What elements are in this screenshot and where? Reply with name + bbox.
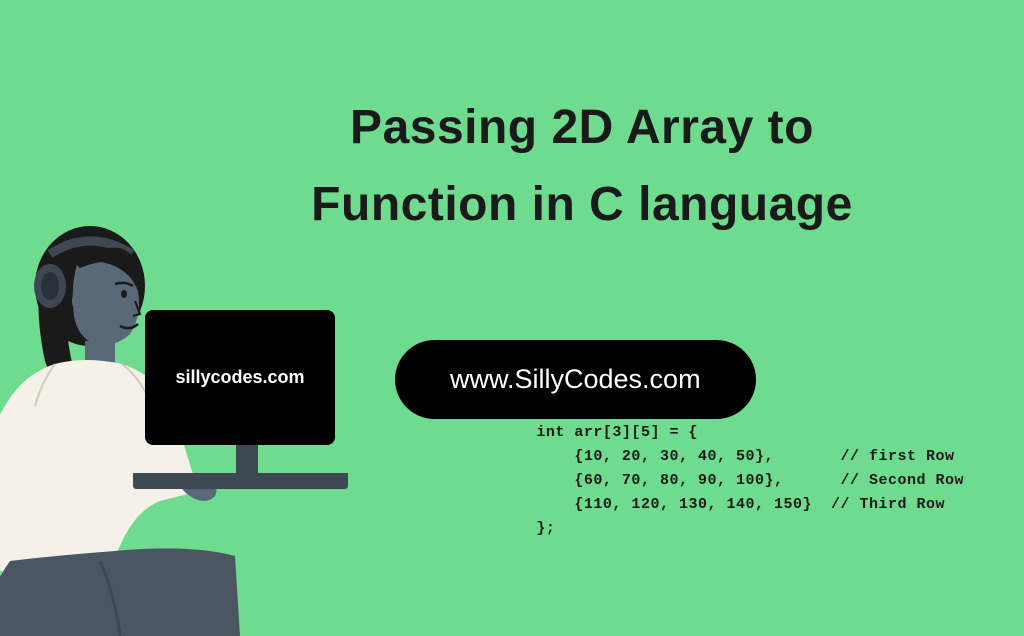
monitor-base bbox=[133, 473, 348, 489]
code-line-2: {10, 20, 30, 40, 50}, // first Row bbox=[536, 448, 954, 465]
title-line-2: Function in C language bbox=[311, 178, 853, 231]
monitor-illustration: sillycodes.com bbox=[145, 310, 348, 489]
url-text: www.SillyCodes.com bbox=[450, 364, 701, 394]
code-line-5: }; bbox=[536, 520, 555, 537]
monitor-neck bbox=[236, 445, 258, 473]
code-line-4: {110, 120, 130, 140, 150} // Third Row bbox=[536, 496, 945, 513]
monitor-text: sillycodes.com bbox=[175, 367, 304, 388]
code-line-1: int arr[3][5] = { bbox=[536, 424, 698, 441]
title-line-1: Passing 2D Array to bbox=[350, 101, 814, 154]
monitor-screen: sillycodes.com bbox=[145, 310, 335, 445]
url-pill: www.SillyCodes.com bbox=[395, 340, 756, 419]
code-snippet: int arr[3][5] = { {10, 20, 30, 40, 50}, … bbox=[536, 421, 964, 541]
code-line-3: {60, 70, 80, 90, 100}, // Second Row bbox=[536, 472, 964, 489]
main-title: Passing 2D Array to Function in C langua… bbox=[200, 90, 964, 244]
